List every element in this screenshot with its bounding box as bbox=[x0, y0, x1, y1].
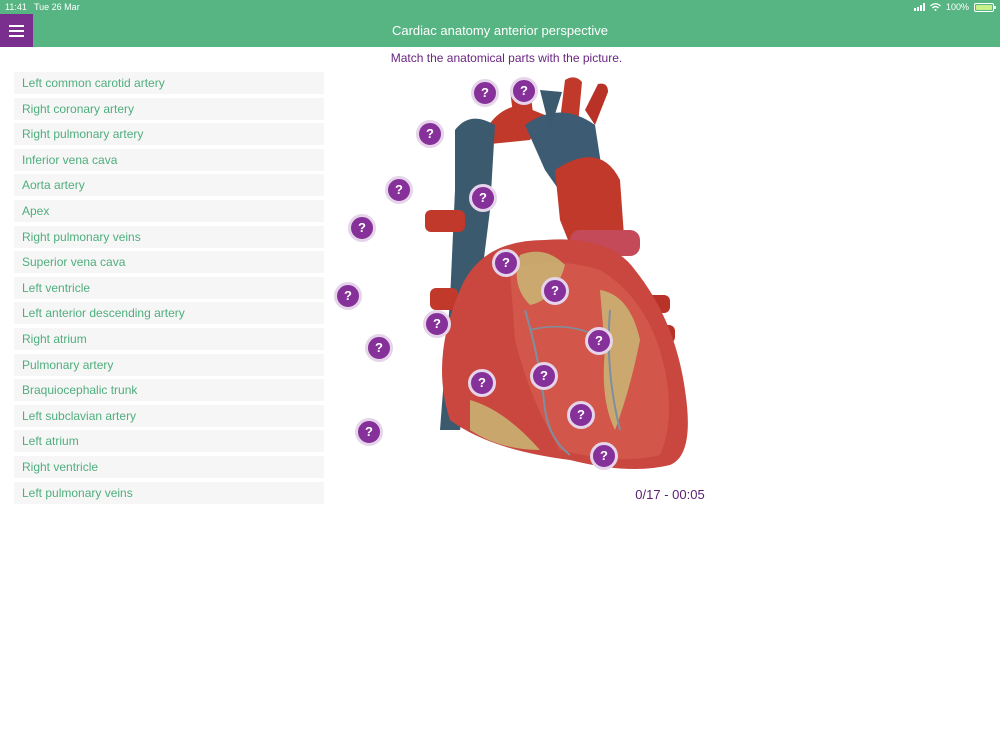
instruction-text: Match the anatomical parts with the pict… bbox=[390, 51, 623, 65]
status-time: 11:41 bbox=[5, 2, 27, 12]
signal-icon bbox=[913, 3, 925, 11]
question-mark-icon[interactable]: ? bbox=[530, 362, 558, 390]
question-mark-icon[interactable]: ? bbox=[365, 334, 393, 362]
heart-image bbox=[425, 77, 688, 469]
part-label-item[interactable]: Right atrium bbox=[14, 327, 324, 350]
question-mark-icon[interactable]: ? bbox=[348, 214, 376, 242]
part-label-item[interactable]: Left ventricle bbox=[14, 276, 324, 299]
part-label-item[interactable]: Right ventricle bbox=[14, 455, 324, 478]
question-mark-icon[interactable]: ? bbox=[567, 401, 595, 429]
part-label-item[interactable]: Braquiocephalic trunk bbox=[14, 379, 324, 402]
question-mark-icon[interactable]: ? bbox=[492, 249, 520, 277]
question-mark-icon[interactable]: ? bbox=[541, 277, 569, 305]
part-label-item[interactable]: Right pulmonary artery bbox=[14, 123, 324, 146]
question-mark-icon[interactable]: ? bbox=[334, 282, 362, 310]
status-bar: 11:41 Tue 26 Mar 100% bbox=[0, 0, 1000, 14]
battery-percent: 100% bbox=[945, 2, 969, 12]
hamburger-icon bbox=[9, 24, 24, 27]
part-label-item[interactable]: Left pulmonary veins bbox=[14, 481, 324, 504]
part-label-item[interactable]: Left common carotid artery bbox=[14, 72, 324, 94]
part-label-item[interactable]: Superior vena cava bbox=[14, 251, 324, 274]
parts-list: Left common carotid artery Right coronary… bbox=[14, 72, 324, 507]
question-mark-icon[interactable]: ? bbox=[423, 310, 451, 338]
status-indicators: 100% bbox=[913, 2, 996, 12]
wifi-icon bbox=[930, 3, 941, 11]
question-mark-icon[interactable]: ? bbox=[510, 77, 538, 105]
question-mark-icon[interactable]: ? bbox=[385, 176, 413, 204]
menu-button[interactable] bbox=[0, 14, 33, 47]
page-title: Cardiac anatomy anterior perspective bbox=[391, 23, 609, 38]
question-mark-icon[interactable]: ? bbox=[585, 327, 613, 355]
heart-illustration: ????????????????? bbox=[330, 70, 720, 480]
question-mark-icon[interactable]: ? bbox=[469, 184, 497, 212]
battery-icon bbox=[974, 2, 996, 12]
score-timer: 0/17 - 00:05 bbox=[635, 487, 705, 502]
part-label-item[interactable]: Right pulmonary veins bbox=[14, 225, 324, 248]
app-header: Cardiac anatomy anterior perspective bbox=[0, 14, 1000, 47]
part-label-item[interactable]: Left subclavian artery bbox=[14, 404, 324, 427]
part-label-item[interactable]: Apex bbox=[14, 199, 324, 222]
question-mark-icon[interactable]: ? bbox=[468, 369, 496, 397]
question-mark-icon[interactable]: ? bbox=[355, 418, 383, 446]
question-mark-icon[interactable]: ? bbox=[590, 442, 618, 470]
part-label-item[interactable]: Pulmonary artery bbox=[14, 353, 324, 376]
part-label-item[interactable]: Aorta artery bbox=[14, 174, 324, 197]
question-mark-icon[interactable]: ? bbox=[416, 120, 444, 148]
question-mark-icon[interactable]: ? bbox=[471, 79, 499, 107]
part-label-item[interactable]: Right coronary artery bbox=[14, 97, 324, 120]
status-date: Tue 26 Mar bbox=[34, 2, 80, 12]
part-label-item[interactable]: Left atrium bbox=[14, 430, 324, 453]
part-label-item[interactable]: Left anterior descending artery bbox=[14, 302, 324, 325]
part-label-item[interactable]: Inferior vena cava bbox=[14, 148, 324, 171]
